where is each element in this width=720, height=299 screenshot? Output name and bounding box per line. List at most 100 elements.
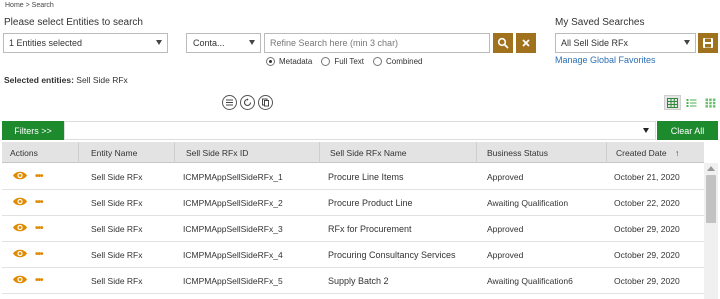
details-view-icon[interactable] xyxy=(683,95,700,110)
cell-rfx-id: ICMPMAppSellSideRFx_2 xyxy=(183,198,283,208)
floppy-disk-icon xyxy=(703,38,713,48)
entities-select[interactable]: 1 Entities selected xyxy=(3,33,168,53)
scroll-thumb[interactable] xyxy=(706,175,716,223)
condition-select-value: Conta... xyxy=(193,38,225,48)
column-header-business-status[interactable]: Business Status xyxy=(487,148,548,158)
pages-icon xyxy=(262,98,269,107)
entities-select-value: 1 Entities selected xyxy=(9,38,83,48)
radio-selected-icon[interactable] xyxy=(266,57,275,66)
saved-searches-select[interactable]: All Sell Side RFx xyxy=(555,33,696,53)
search-button[interactable] xyxy=(493,33,513,53)
search-mode-label: Combined xyxy=(386,57,423,66)
cell-business-status: Awaiting Qualification xyxy=(487,198,569,208)
chevron-down-icon xyxy=(249,40,255,45)
more-actions-icon[interactable]: ••• xyxy=(35,223,43,234)
column-divider xyxy=(319,142,320,163)
more-actions-icon[interactable]: ••• xyxy=(35,249,43,260)
table-row[interactable]: ••• Sell Side RFx ICMPMAppSellSideRFx_1 Pro… xyxy=(2,164,704,190)
breadcrumb[interactable]: Home > Search xyxy=(5,2,54,9)
cell-rfx-id: ICMPMAppSellSideRFx_4 xyxy=(183,250,283,260)
list-lines-icon xyxy=(686,98,697,107)
table-row[interactable]: ••• Sell Side RFx ICMPMAppSellSideRFx_2 Pro… xyxy=(2,190,704,216)
result-view-toolbar xyxy=(222,95,273,110)
list-view-icon[interactable] xyxy=(222,95,237,110)
sort-ascending-icon: ↑ xyxy=(674,148,680,158)
column-divider xyxy=(78,142,79,163)
cell-rfx-name[interactable]: Procure Product Line xyxy=(328,198,413,208)
cell-created-date: October 29, 2020 xyxy=(614,224,680,234)
table-header: Actions Entity Name Sell Side RFx ID Sel… xyxy=(2,142,704,163)
radio-icon[interactable] xyxy=(321,57,331,66)
cell-entity-name: Sell Side RFx xyxy=(91,250,143,260)
column-divider xyxy=(606,142,607,163)
selected-entities: Selected entities: Sell Side RFx xyxy=(4,75,128,85)
cell-entity-name: Sell Side RFx xyxy=(91,198,143,208)
filter-dropdown[interactable] xyxy=(64,121,656,140)
cell-created-date: October 29, 2020 xyxy=(614,250,680,260)
cell-rfx-id: ICMPMAppSellSideRFx_5 xyxy=(183,276,283,286)
column-header-actions[interactable]: Actions xyxy=(10,148,38,158)
search-mode-label: Metadata xyxy=(279,57,313,66)
more-actions-icon[interactable]: ••• xyxy=(35,171,43,182)
column-header-created-date[interactable]: Created Date ↑ xyxy=(616,148,679,158)
cell-created-date: October 22, 2020 xyxy=(614,198,680,208)
condition-select[interactable]: Conta... xyxy=(186,33,261,53)
cell-entity-name: Sell Side RFx xyxy=(91,172,143,182)
search-prompt-label: Please select Entities to search xyxy=(4,17,143,28)
tile-view-icon[interactable] xyxy=(702,95,719,110)
column-header-entity-name[interactable]: Entity Name xyxy=(91,148,137,158)
search-mode-combined[interactable]: Combined xyxy=(373,57,422,66)
results-table: Actions Entity Name Sell Side RFx ID Sel… xyxy=(2,142,718,299)
cell-rfx-id: ICMPMAppSellSideRFx_1 xyxy=(183,172,283,182)
chevron-down-icon xyxy=(684,40,690,45)
view-eye-icon[interactable] xyxy=(12,170,28,184)
table-row[interactable]: ••• Sell Side RFx ICMPMAppSellSideRFx_5 Sup… xyxy=(2,268,704,294)
tiles-icon xyxy=(705,98,716,108)
radio-icon[interactable] xyxy=(373,57,382,66)
filters-button[interactable]: Filters >> xyxy=(2,121,64,140)
view-eye-icon[interactable] xyxy=(12,274,28,288)
clear-all-button[interactable]: Clear All xyxy=(657,121,718,140)
grid-view-icon[interactable] xyxy=(664,95,681,110)
refresh-icon[interactable] xyxy=(240,95,255,110)
document-icon[interactable] xyxy=(258,95,273,110)
cell-rfx-name[interactable]: Procure Line Items xyxy=(328,172,404,182)
cell-rfx-id: ICMPMAppSellSideRFx_3 xyxy=(183,224,283,234)
save-search-button[interactable] xyxy=(698,33,718,53)
column-divider xyxy=(174,142,175,163)
cell-entity-name: Sell Side RFx xyxy=(91,224,143,234)
cell-rfx-name[interactable]: Supply Batch 2 xyxy=(328,276,389,286)
table-row[interactable]: ••• Sell Side RFx ICMPMAppSellSideRFx_3 RFx… xyxy=(2,216,704,242)
search-mode-group: Metadata Full Text Combined xyxy=(266,57,422,66)
cell-business-status: Approved xyxy=(487,172,524,182)
view-eye-icon[interactable] xyxy=(12,222,28,236)
chevron-down-icon xyxy=(643,128,649,133)
vertical-scrollbar[interactable] xyxy=(704,163,718,299)
selected-entities-label: Selected entities: xyxy=(4,75,74,85)
table-icon xyxy=(667,97,678,108)
column-divider xyxy=(476,142,477,163)
manage-global-favorites-link[interactable]: Manage Global Favorites xyxy=(555,55,656,65)
layout-toggle xyxy=(664,95,719,110)
search-mode-metadata[interactable]: Metadata xyxy=(266,57,312,66)
more-actions-icon[interactable]: ••• xyxy=(35,275,43,286)
cell-business-status: Approved xyxy=(487,224,524,234)
view-eye-icon[interactable] xyxy=(12,248,28,262)
search-input[interactable] xyxy=(264,33,490,53)
saved-searches-value: All Sell Side RFx xyxy=(561,38,629,48)
more-actions-icon[interactable]: ••• xyxy=(35,197,43,208)
saved-searches-label: My Saved Searches xyxy=(555,17,645,28)
view-eye-icon[interactable] xyxy=(12,196,28,210)
clear-search-button[interactable] xyxy=(516,33,536,53)
selected-entities-value: Sell Side RFx xyxy=(76,75,128,85)
table-row[interactable]: ••• Sell Side RFx ICMPMAppSellSideRFx_4 Pro… xyxy=(2,242,704,268)
search-mode-full-text[interactable]: Full Text xyxy=(321,57,364,66)
column-header-rfx-id[interactable]: Sell Side RFx ID xyxy=(186,148,248,158)
scroll-up-icon[interactable] xyxy=(707,166,715,171)
column-header-rfx-name[interactable]: Sell Side RFx Name xyxy=(330,148,407,158)
search-mode-label: Full Text xyxy=(334,57,364,66)
cell-rfx-name[interactable]: Procuring Consultancy Services xyxy=(328,250,456,260)
cell-business-status: Approved xyxy=(487,250,524,260)
cell-business-status: Awaiting Qualification6 xyxy=(487,276,573,286)
cell-rfx-name[interactable]: RFx for Procurement xyxy=(328,224,412,234)
